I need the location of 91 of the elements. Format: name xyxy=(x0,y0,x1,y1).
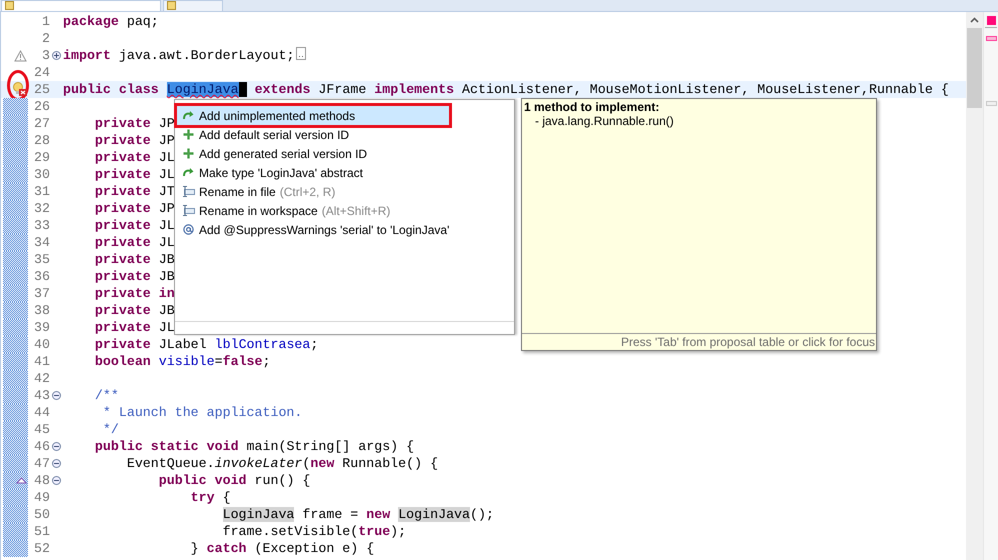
line-number: 41 xyxy=(33,354,50,369)
line-number: 49 xyxy=(33,490,50,505)
code-line: private JL xyxy=(94,234,175,251)
code-line: private JLabel lblContrasea; xyxy=(94,336,318,353)
line-number: 38 xyxy=(33,303,50,318)
code-line: * Launch the application. xyxy=(102,404,302,421)
code-line: private JL xyxy=(94,319,175,336)
line-number: 1 xyxy=(41,14,50,29)
line-number: 31 xyxy=(33,184,50,199)
code-line: LoginJava frame = new LoginJava(); xyxy=(222,506,494,523)
code-line: private JP xyxy=(94,200,175,217)
quick-fix-item[interactable]: Rename in file (Ctrl+2, R) xyxy=(177,182,449,201)
code-line: boolean visible=false; xyxy=(94,353,270,370)
code-line: try { xyxy=(190,489,231,506)
line-number: 44 xyxy=(33,405,50,420)
quick-fix-item[interactable]: Add default serial version ID xyxy=(177,125,449,144)
line-number: 46 xyxy=(33,439,50,454)
code-line: private in xyxy=(94,285,175,302)
code-line: frame.setVisible(true); xyxy=(222,523,406,540)
quick-fix-item[interactable]: Add generated serial version ID xyxy=(177,144,449,163)
line-number: 39 xyxy=(33,320,50,335)
code-line: /** xyxy=(94,387,119,404)
lightbulb-error-icon[interactable] xyxy=(13,82,27,97)
code-line: private JT xyxy=(94,183,175,200)
plus-icon xyxy=(182,129,195,140)
line-number: 40 xyxy=(33,337,50,352)
code-line: */ xyxy=(102,421,119,438)
line-number: 32 xyxy=(33,201,50,216)
method-entry: - java.lang.Runnable.run() xyxy=(534,114,675,128)
error-marker[interactable] xyxy=(986,36,996,41)
code-line: private JP xyxy=(94,115,175,132)
code-line: private JL xyxy=(94,149,175,166)
line-number: 52 xyxy=(33,541,50,556)
warning-marker[interactable] xyxy=(986,101,996,106)
collapse-icon[interactable] xyxy=(52,442,60,451)
line-number: 37 xyxy=(33,286,50,301)
annotation-icon xyxy=(182,224,195,235)
line-number: 2 xyxy=(41,31,50,46)
line-number: 30 xyxy=(33,167,50,182)
plus-icon xyxy=(182,148,195,159)
line-number: 50 xyxy=(33,507,50,522)
collapse-icon[interactable] xyxy=(52,459,60,468)
line-number: 28 xyxy=(33,133,50,148)
code-line: public void run() { xyxy=(158,472,310,489)
line-number: 27 xyxy=(33,116,50,131)
line-number: 48 xyxy=(33,473,50,488)
popup-hint: Press 'Tab' from proposal table or click for focus xyxy=(522,333,876,350)
error-summary-icon[interactable] xyxy=(986,16,996,25)
editor-tab[interactable] xyxy=(163,0,223,11)
popup-title: 1 method to implement: xyxy=(524,100,660,114)
line-number: 42 xyxy=(33,371,50,386)
code-line: import java.awt.BorderLayout; xyxy=(63,47,294,64)
curved-arrow-icon xyxy=(182,168,195,177)
line-number: 33 xyxy=(33,218,50,233)
line-number: 25 xyxy=(33,82,50,97)
quick-fix-item[interactable]: Add @SuppressWarnings 'serial' to 'LoginJava' xyxy=(177,220,449,239)
line-number: 29 xyxy=(33,150,50,165)
collapse-icon[interactable] xyxy=(52,391,60,400)
quick-fix-item[interactable]: Make type 'LoginJava' abstract xyxy=(177,163,449,182)
code-line: private JB xyxy=(94,251,175,268)
folded-code-icon[interactable] xyxy=(296,46,306,60)
line-number: 51 xyxy=(33,524,50,539)
java-file-icon xyxy=(5,1,14,10)
line-number: 47 xyxy=(33,456,50,471)
line-number: 24 xyxy=(33,65,50,80)
rename-field-icon xyxy=(182,205,195,216)
code-line: } catch (Exception e) { xyxy=(190,540,374,557)
code-line: private JB xyxy=(94,268,175,285)
quick-fix-item[interactable]: Add unimplemented methods xyxy=(177,106,449,125)
quick-fix-item[interactable]: Rename in workspace (Alt+Shift+R) xyxy=(177,201,449,220)
line-number: 43 xyxy=(33,388,50,403)
line-number: 36 xyxy=(33,269,50,284)
line-number: 3 xyxy=(41,48,50,63)
line-number: 26 xyxy=(33,99,50,114)
line-number: 35 xyxy=(33,252,50,267)
line-number: 34 xyxy=(33,235,50,250)
code-line: public static void main(String[] args) { xyxy=(94,438,414,455)
collapse-icon[interactable] xyxy=(52,476,60,485)
scrollbar-thumb[interactable] xyxy=(967,28,982,108)
java-file-icon xyxy=(167,1,176,10)
code-line: private JL xyxy=(94,217,175,234)
curved-arrow-icon xyxy=(182,111,195,120)
code-line: private JP xyxy=(94,132,175,149)
expand-icon[interactable] xyxy=(52,51,60,60)
code-line: EventQueue.invokeLater(new Runnable() { xyxy=(126,455,438,472)
code-line: private JL xyxy=(94,166,175,183)
line-number: 45 xyxy=(33,422,50,437)
code-line: package paq; xyxy=(63,13,159,30)
rename-field-icon xyxy=(182,186,195,197)
vertical-scrollbar[interactable] xyxy=(966,12,983,560)
code-line: private JB xyxy=(94,302,175,319)
